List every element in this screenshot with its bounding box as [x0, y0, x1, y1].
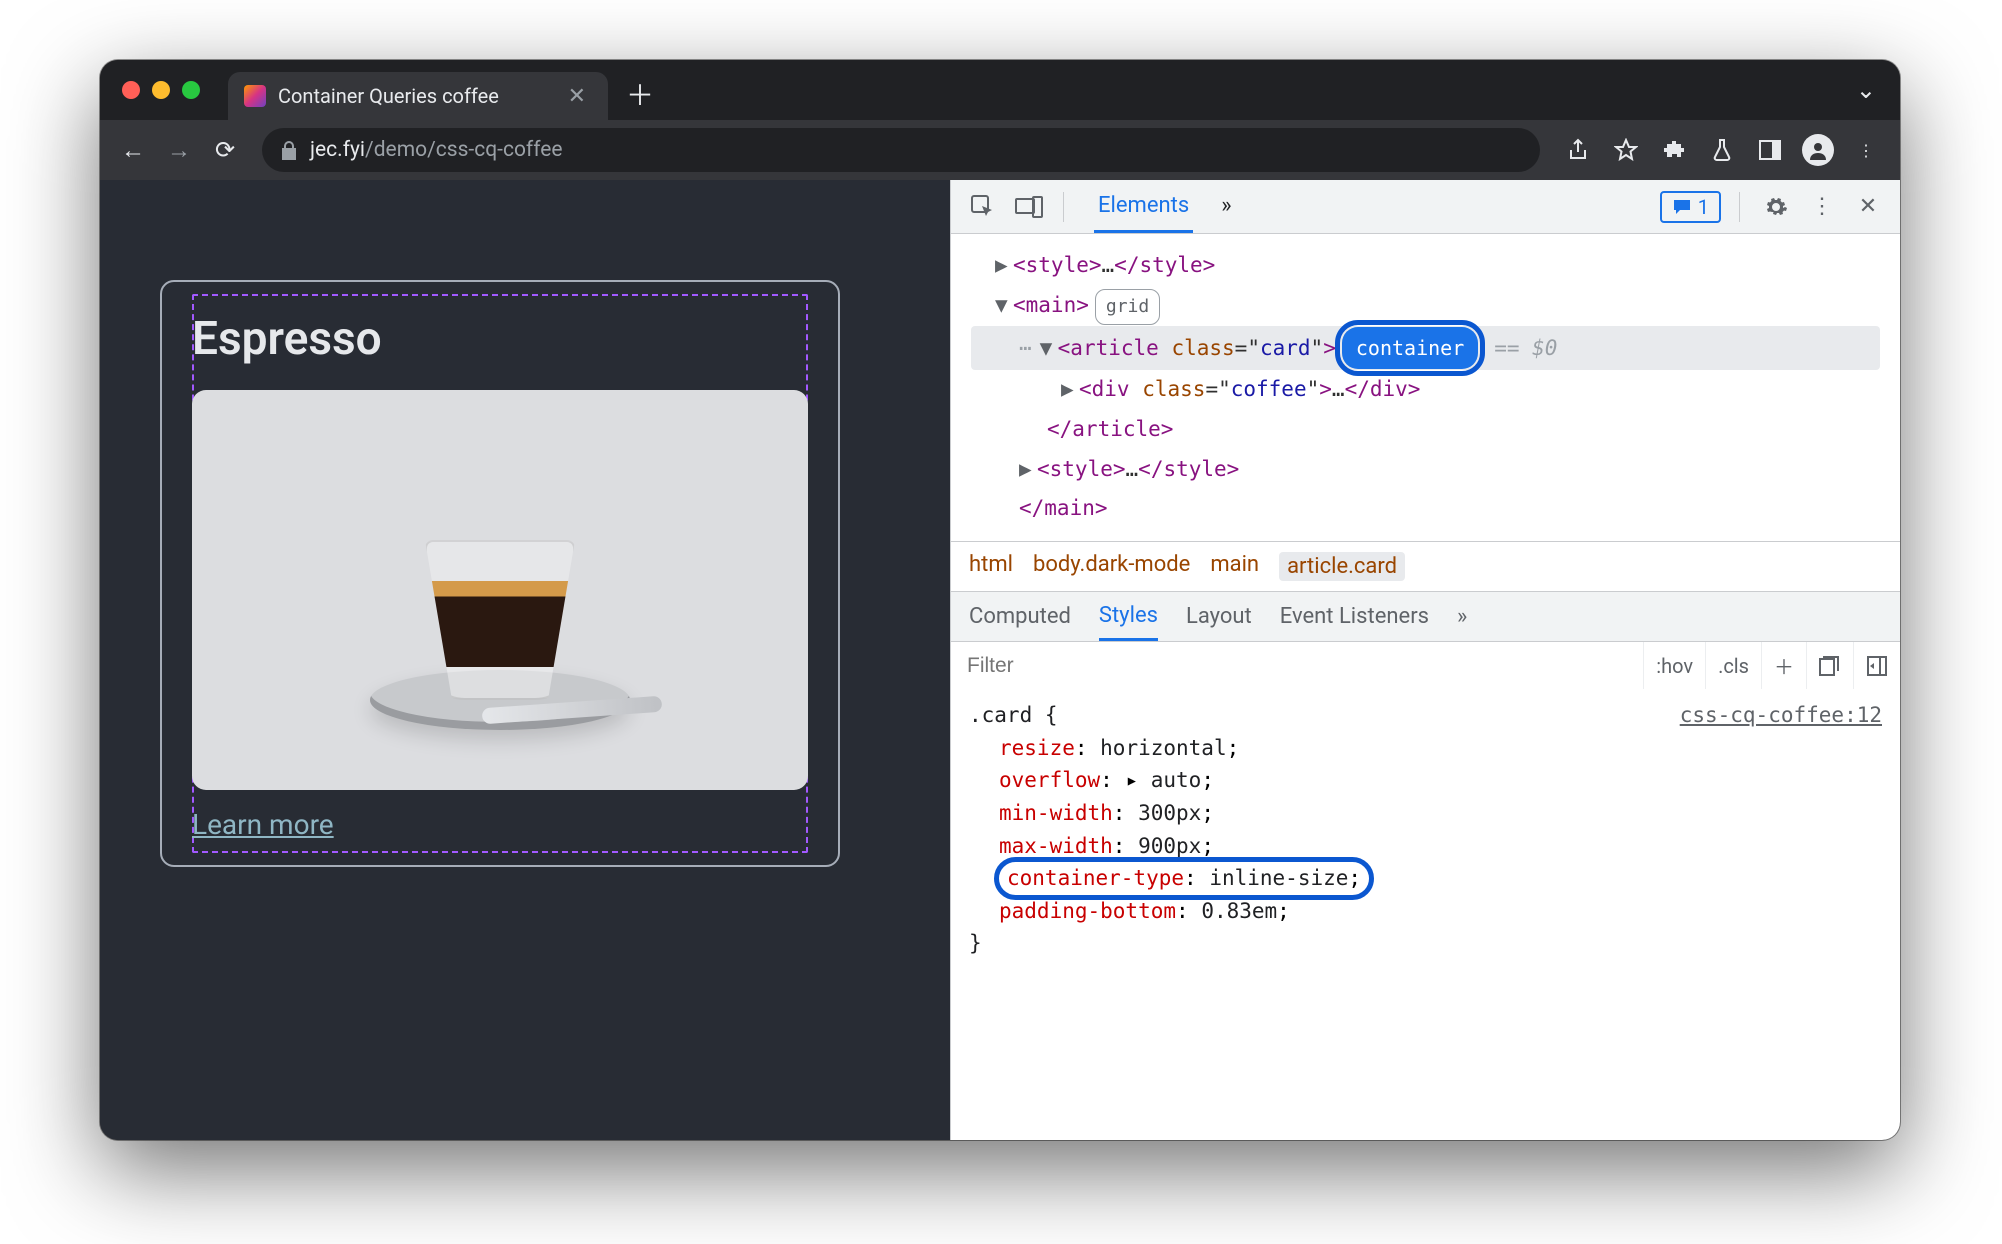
card-container[interactable]: Espresso Learn more [160, 280, 840, 867]
favicon-icon [244, 85, 266, 107]
content-area: Espresso Learn more Elements [100, 180, 1900, 1140]
tabs-menu-button[interactable]: ⌄ [1856, 76, 1876, 104]
cls-toggle[interactable]: .cls [1705, 642, 1761, 689]
layout-tab[interactable]: Layout [1186, 594, 1252, 639]
more-tabs-button[interactable]: » [1217, 181, 1235, 233]
reload-button[interactable]: ⟳ [206, 131, 244, 169]
browser-tab[interactable]: Container Queries coffee ✕ [228, 72, 608, 120]
breadcrumb-html[interactable]: html [969, 552, 1013, 581]
breadcrumb[interactable]: html body.dark-mode main article.card [951, 541, 1900, 591]
rendered-page: Espresso Learn more [100, 180, 950, 1140]
dom-node-article-close[interactable]: </article> [971, 410, 1880, 450]
more-styles-tabs-button[interactable]: » [1457, 594, 1467, 639]
hov-toggle[interactable]: :hov [1643, 642, 1705, 689]
devtools-panel: Elements » 1 ⋮ ✕ ▶<style>…</style> [950, 180, 1900, 1140]
maximize-window-button[interactable] [182, 81, 200, 99]
new-tab-button[interactable]: ＋ [626, 74, 654, 114]
devtools-tabs: Elements » [1094, 181, 1236, 233]
styles-tabbar: Computed Styles Layout Event Listeners » [951, 591, 1900, 641]
card-title: Espresso [192, 312, 808, 366]
tab-strip: Container Queries coffee ✕ ＋ ⌄ [100, 60, 1900, 120]
address-bar: ← → ⟳ jec.fyi/demo/css-cq-coffee [100, 120, 1900, 180]
url-text: jec.fyi/demo/css-cq-coffee [310, 138, 563, 162]
styles-filter-bar: :hov .cls ＋ [951, 641, 1900, 689]
coffee-image [192, 390, 808, 790]
dom-node-main[interactable]: ▼<main>grid [971, 286, 1880, 326]
grid-badge[interactable]: grid [1095, 289, 1160, 325]
account-button[interactable] [1798, 130, 1838, 170]
breadcrumb-main[interactable]: main [1210, 552, 1259, 581]
labs-button[interactable] [1702, 130, 1742, 170]
lock-icon [280, 140, 298, 160]
breadcrumb-body[interactable]: body.dark-mode [1033, 552, 1190, 581]
side-panel-button[interactable] [1750, 130, 1790, 170]
styles-tab[interactable]: Styles [1099, 593, 1158, 641]
dom-tree[interactable]: ▶<style>…</style> ▼<main>grid ⋯▼<article… [951, 234, 1900, 541]
dom-node-article-selected[interactable]: ⋯▼<article class="card">container== $0 [971, 326, 1880, 370]
tab-title: Container Queries coffee [278, 84, 550, 108]
bookmark-button[interactable] [1606, 130, 1646, 170]
source-link[interactable]: css-cq-coffee:12 [1680, 699, 1882, 732]
css-rules[interactable]: .card {css-cq-coffee:12 resize: horizont… [951, 689, 1900, 969]
dom-node-style[interactable]: ▶<style>…</style> [971, 246, 1880, 286]
settings-button[interactable] [1758, 189, 1794, 225]
computed-tab[interactable]: Computed [969, 594, 1071, 639]
devtools-toolbar: Elements » 1 ⋮ ✕ [951, 180, 1900, 234]
avatar [1802, 134, 1834, 166]
minimize-window-button[interactable] [152, 81, 170, 99]
styles-filter-input[interactable] [951, 642, 1643, 689]
event-listeners-tab[interactable]: Event Listeners [1280, 594, 1429, 639]
back-button[interactable]: ← [114, 131, 152, 169]
rendering-button[interactable] [1853, 642, 1900, 689]
learn-more-link[interactable]: Learn more [192, 808, 334, 841]
forward-button[interactable]: → [160, 131, 198, 169]
share-button[interactable] [1558, 130, 1598, 170]
close-window-button[interactable] [122, 81, 140, 99]
dom-node-main-close[interactable]: </main> [971, 489, 1880, 529]
dom-node-div-coffee[interactable]: ▶<div class="coffee">…</div> [971, 370, 1880, 410]
copy-styles-button[interactable] [1806, 642, 1853, 689]
device-toolbar-button[interactable] [1011, 189, 1047, 225]
devtools-menu-button[interactable]: ⋮ [1804, 189, 1840, 225]
menu-button[interactable]: ⋮ [1846, 130, 1886, 170]
window-controls [122, 81, 200, 99]
inspect-element-button[interactable] [965, 189, 1001, 225]
extensions-button[interactable] [1654, 130, 1694, 170]
issues-button[interactable]: 1 [1660, 191, 1721, 223]
browser-window: Container Queries coffee ✕ ＋ ⌄ ← → ⟳ jec… [100, 60, 1900, 1140]
container-type-highlight: container-type: inline-size; [999, 862, 1369, 895]
elements-tab[interactable]: Elements [1094, 181, 1193, 233]
url-bar[interactable]: jec.fyi/demo/css-cq-coffee [262, 128, 1540, 172]
breadcrumb-article[interactable]: article.card [1279, 552, 1405, 581]
new-style-rule-button[interactable]: ＋ [1761, 642, 1806, 689]
container-badge[interactable]: container [1342, 327, 1478, 369]
close-tab-button[interactable]: ✕ [562, 84, 592, 109]
dom-node-style2[interactable]: ▶<style>…</style> [971, 450, 1880, 490]
close-devtools-button[interactable]: ✕ [1850, 189, 1886, 225]
